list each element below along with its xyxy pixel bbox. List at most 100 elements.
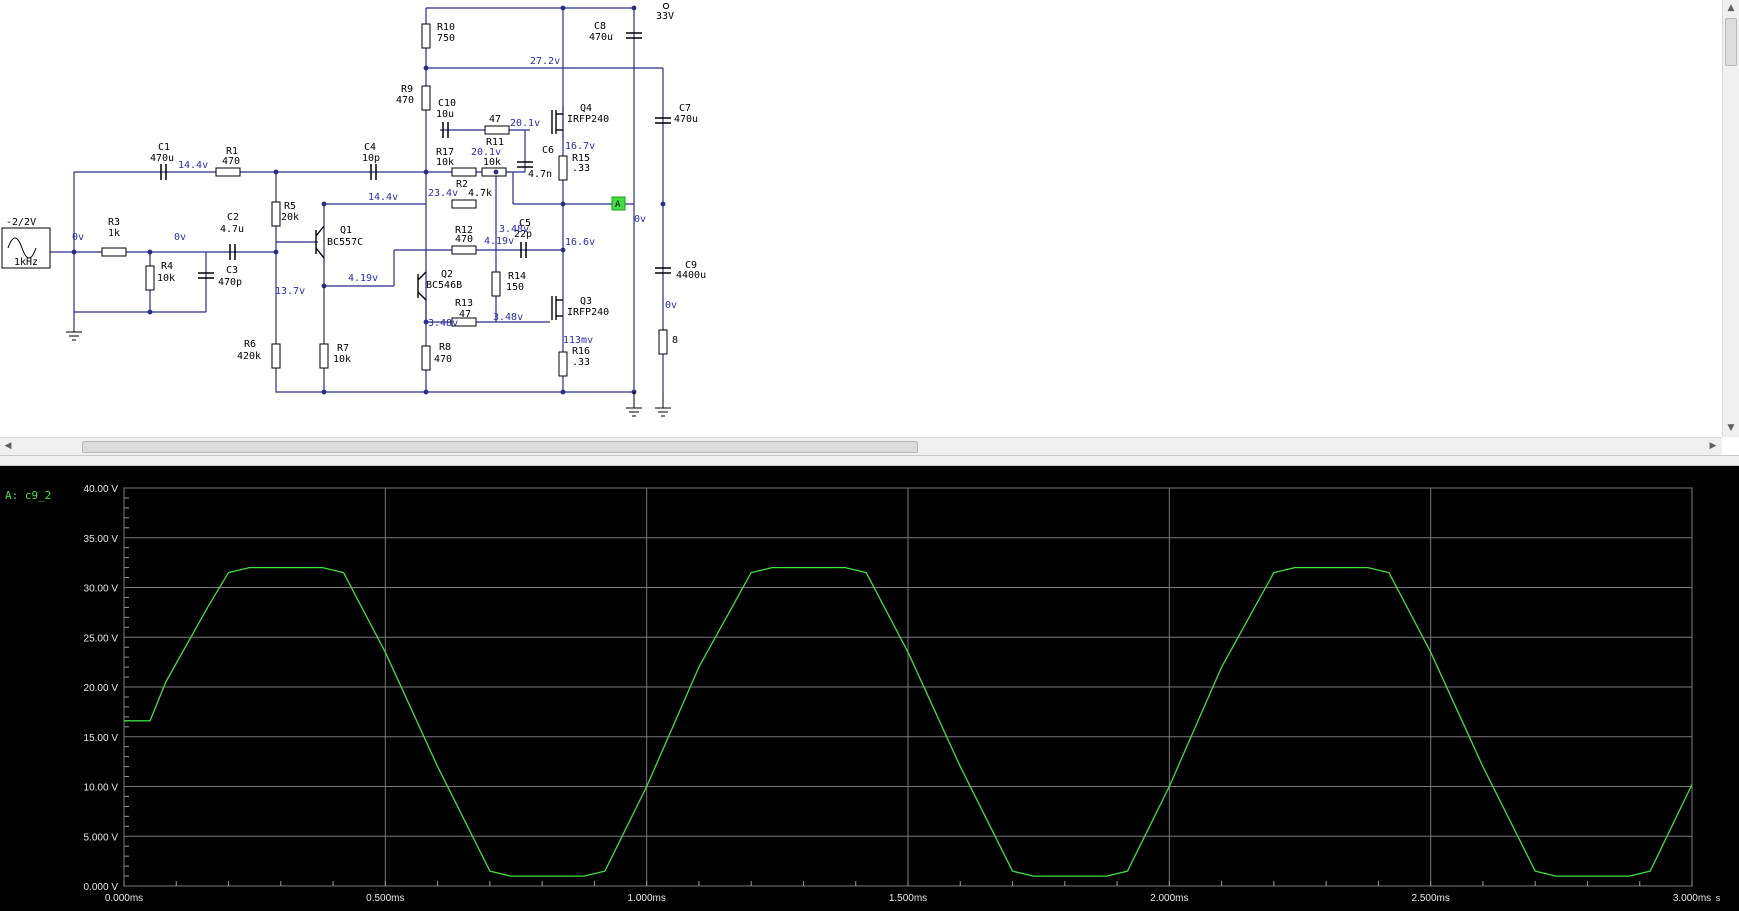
voltage-label: 4.19v <box>348 273 378 284</box>
label-r14-value: 150 <box>506 282 524 293</box>
label-r18: 47 <box>489 114 501 125</box>
label-r3-value: 1k <box>108 228 120 239</box>
source-amplitude: -2/2V <box>6 217 36 228</box>
simulator-window: 1kHz -2/2V 33V A R10 750 R9 470 C10 10u … <box>0 0 1739 911</box>
y-tick-label: 40.00 V <box>84 484 119 495</box>
signal-source[interactable]: 1kHz -2/2V <box>1 217 51 269</box>
label-q4-value: IRFP240 <box>567 114 609 125</box>
label-r6-value: 420k <box>237 351 261 362</box>
voltage-label: 23.4v <box>428 188 458 199</box>
label-c1-ref: C1 <box>158 142 170 153</box>
y-tick-label: 0.000 V <box>84 882 119 893</box>
voltage-label: 4.19v <box>484 236 514 247</box>
voltage-label: 13.7v <box>275 286 305 297</box>
vertical-scrollbar[interactable]: ▲ ▼ <box>1722 0 1739 437</box>
voltage-label: 20.1v <box>510 118 540 129</box>
label-c7-ref: C7 <box>679 103 691 114</box>
label-c7-value: 470u <box>674 114 698 125</box>
label-r13-ref: R13 <box>455 298 473 309</box>
label-r14-ref: R14 <box>508 271 526 282</box>
voltage-label: 20.1v <box>471 147 501 158</box>
label-r8-value: 470 <box>434 354 452 365</box>
label-r7-ref: R7 <box>337 343 349 354</box>
label-r10-value: 750 <box>437 33 455 44</box>
voltage-label: 27.2v <box>530 56 560 67</box>
scroll-left-icon[interactable]: ◀ <box>1 439 15 453</box>
label-r2-value: 4.7k <box>468 188 492 199</box>
label-c9-value: 4400u <box>676 270 706 281</box>
label-q2-ref: Q2 <box>441 269 453 280</box>
y-tick-label: 5.000 V <box>84 832 119 843</box>
label-r5-value: 20k <box>281 212 299 223</box>
x-tick-label: 1.500ms <box>889 893 927 904</box>
label-r16-ref: R16 <box>572 346 590 357</box>
scroll-down-icon[interactable]: ▼ <box>1724 421 1738 435</box>
label-c10-ref: C10 <box>438 98 456 109</box>
waveform-plot: 40.00 V 35.00 V 30.00 V 25.00 V 20.00 V 15.00… <box>84 484 1721 904</box>
label-r4-ref: R4 <box>161 261 173 272</box>
label-c3-ref: C3 <box>226 265 238 276</box>
schematic-canvas[interactable]: 1kHz -2/2V 33V A R10 750 R9 470 C10 10u … <box>0 0 1739 455</box>
voltage-label: 0v <box>634 214 646 225</box>
voltage-label: 113mv <box>563 335 593 346</box>
label-r11-value: 10k <box>483 157 501 168</box>
supply-label: 33V <box>656 11 674 22</box>
label-c4-ref: C4 <box>364 142 376 153</box>
voltage-label: 0v <box>665 300 677 311</box>
horizontal-scroll-thumb[interactable] <box>82 441 918 453</box>
y-tick-label: 25.00 V <box>84 633 119 644</box>
label-r15-value: .33 <box>572 163 590 174</box>
label-r13-value: 47 <box>459 309 471 320</box>
label-c2-value: 4.7u <box>220 224 244 235</box>
probe-label: A <box>615 200 621 210</box>
x-tick-label: 2.500ms <box>1411 893 1449 904</box>
voltage-label: 14.4v <box>178 160 208 171</box>
supply-terminal-icon <box>662 2 670 10</box>
y-tick-label: 35.00 V <box>84 534 119 545</box>
label-c4-value: 10p <box>362 153 380 164</box>
horizontal-scrollbar[interactable]: ◀ ▶ <box>0 437 1722 455</box>
voltage-label: 3.48v <box>428 318 458 329</box>
vertical-scroll-thumb[interactable] <box>1725 18 1737 66</box>
label-r8-ref: R8 <box>439 342 451 353</box>
label-r7-value: 10k <box>333 354 351 365</box>
scroll-right-icon[interactable]: ▶ <box>1706 439 1720 453</box>
label-c3-value: 470p <box>218 277 242 288</box>
voltage-label: 14.4v <box>368 192 398 203</box>
voltage-label: 0v <box>174 232 186 243</box>
scroll-up-icon[interactable]: ▲ <box>1724 1 1738 15</box>
y-tick-label: 15.00 V <box>84 733 119 744</box>
label-r3-ref: R3 <box>108 217 120 228</box>
x-tick-label: 0.000ms <box>105 893 143 904</box>
label-q1-value: BC557C <box>327 237 363 248</box>
label-c6-ref: C6 <box>542 145 554 156</box>
x-tick-label: 2.000ms <box>1150 893 1188 904</box>
voltage-label: 3.48v <box>499 224 529 235</box>
label-q1-ref: Q1 <box>340 225 352 236</box>
label-c8-value: 470u <box>589 32 613 43</box>
label-q2-value: BC546B <box>426 280 462 291</box>
label-r5-ref: R5 <box>284 201 296 212</box>
label-q3-value: IRFP240 <box>567 307 609 318</box>
label-r6-ref: R6 <box>244 339 256 350</box>
label-r9-value: 470 <box>396 95 414 106</box>
label-r12-value: 470 <box>455 234 473 245</box>
source-frequency: 1kHz <box>14 257 38 268</box>
label-r10-ref: R10 <box>437 22 455 33</box>
x-unit-label: s <box>1716 893 1721 903</box>
pane-splitter[interactable] <box>0 455 1739 466</box>
y-tick-label: 20.00 V <box>84 683 119 694</box>
label-q4-ref: Q4 <box>580 103 592 114</box>
voltage-label: 3.48v <box>493 312 523 323</box>
label-rl-ref: 8 <box>672 335 678 346</box>
label-r9-ref: R9 <box>401 84 413 95</box>
y-tick-label: 10.00 V <box>84 783 119 794</box>
label-c8-ref: C8 <box>594 21 606 32</box>
voltage-label: 16.7v <box>565 141 595 152</box>
label-c1-value: 470u <box>150 153 174 164</box>
label-q3-ref: Q3 <box>580 296 592 307</box>
x-tick-label: 0.500ms <box>366 893 404 904</box>
oscilloscope-panel: A: c9_2 40.00 V 35.00 V 30.00 V 25.00 V 20.0… <box>0 466 1739 911</box>
label-r16-value: .33 <box>572 357 590 368</box>
label-r1-value: 470 <box>222 156 240 167</box>
